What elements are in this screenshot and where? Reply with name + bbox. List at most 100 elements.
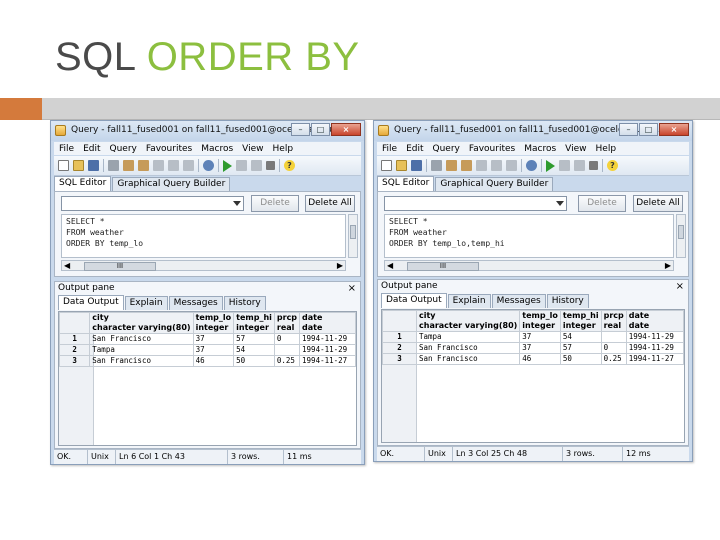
column-header-temp-hi[interactable]: temp_hi integer (233, 312, 275, 334)
copy-icon[interactable] (446, 160, 457, 171)
menu-view[interactable]: View (242, 144, 263, 154)
delete-button[interactable]: Delete (578, 195, 626, 212)
delete-all-button[interactable]: Delete All (305, 195, 355, 212)
cell-temp-lo[interactable]: 37 (192, 344, 235, 356)
menu-help[interactable]: Help (273, 144, 294, 154)
tab-graphical-query-builder[interactable]: Graphical Query Builder (435, 177, 554, 191)
cell-prcp[interactable]: 0 (600, 342, 627, 354)
row-number[interactable]: 3 (382, 353, 417, 365)
cell-prcp[interactable] (600, 331, 627, 343)
menu-file[interactable]: File (59, 144, 74, 154)
sql-text-area[interactable]: SELECT * FROM weather ORDER BY temp_lo (61, 214, 346, 258)
minimize-button[interactable]: – (619, 123, 638, 136)
undo-icon[interactable] (168, 160, 179, 171)
cell-prcp[interactable]: 0.25 (600, 353, 627, 365)
row-number[interactable]: 1 (382, 331, 417, 343)
menu-macros[interactable]: Macros (201, 144, 233, 154)
cell-date[interactable]: 1994-11-29 (299, 333, 356, 345)
cell-city[interactable]: San Francisco (89, 355, 194, 367)
row-number[interactable]: 2 (382, 342, 417, 354)
cell-temp-hi[interactable]: 50 (233, 355, 275, 367)
scroll-left-icon[interactable]: ◀ (387, 261, 393, 270)
data-grid[interactable]: city character varying(80) temp_lo integer… (58, 311, 357, 446)
cell-temp-lo[interactable]: 37 (519, 331, 561, 343)
undo-icon[interactable] (491, 160, 502, 171)
cell-city[interactable]: San Francisco (415, 342, 521, 354)
delete-all-button[interactable]: Delete All (633, 195, 683, 212)
redo-icon[interactable] (183, 160, 194, 171)
tab-messages[interactable]: Messages (491, 294, 546, 308)
column-header-temp-hi[interactable]: temp_hi integer (559, 310, 602, 332)
cell-prcp[interactable]: 0 (273, 333, 301, 345)
query-window-1[interactable]: Query - fall11_fused001 on fall11_fused0… (50, 120, 365, 465)
minimize-button[interactable]: – (291, 123, 310, 136)
cell-city[interactable]: Tampa (89, 344, 194, 356)
editor-vertical-scrollbar[interactable] (676, 214, 686, 258)
column-header-city[interactable]: city character varying(80) (415, 310, 521, 332)
cut-icon[interactable] (108, 160, 119, 171)
menu-query[interactable]: Query (110, 144, 137, 154)
cell-prcp[interactable] (273, 344, 301, 356)
cell-date[interactable]: 1994-11-27 (299, 355, 356, 367)
sql-text-area[interactable]: SELECT * FROM weather ORDER BY temp_lo,t… (384, 214, 674, 258)
column-header-temp-lo[interactable]: temp_lo integer (192, 312, 235, 334)
save-icon[interactable] (88, 160, 99, 171)
close-output-pane-icon[interactable]: × (348, 282, 356, 295)
cell-temp-lo[interactable]: 37 (519, 342, 561, 354)
menu-macros[interactable]: Macros (524, 144, 556, 154)
tab-explain[interactable]: Explain (447, 294, 491, 308)
scroll-thumb[interactable] (678, 225, 684, 239)
help-icon[interactable]: ? (284, 160, 295, 171)
tab-sql-editor[interactable]: SQL Editor (377, 176, 435, 191)
tab-sql-editor[interactable]: SQL Editor (54, 176, 112, 191)
cell-temp-lo[interactable]: 46 (519, 353, 561, 365)
maximize-button[interactable]: □ (639, 123, 658, 136)
data-grid[interactable]: city character varying(80) temp_lo integer… (381, 309, 685, 443)
menu-favourites[interactable]: Favourites (146, 144, 192, 154)
window-titlebar[interactable]: Query - fall11_fused001 on fall11_fused0… (51, 121, 364, 141)
cell-temp-lo[interactable]: 46 (192, 355, 235, 367)
menu-edit[interactable]: Edit (406, 144, 423, 154)
cancel-query-icon[interactable] (589, 161, 598, 170)
explain-icon[interactable] (251, 160, 262, 171)
query-window-2[interactable]: Query - fall11_fused001 on fall11_fused0… (373, 120, 693, 462)
scroll-left-icon[interactable]: ◀ (64, 261, 70, 270)
table-row[interactable]: 1 San Francisco 37 57 0 1994-11-29 (58, 333, 356, 345)
menu-help[interactable]: Help (596, 144, 617, 154)
cell-city[interactable]: San Francisco (89, 333, 194, 345)
column-header-temp-lo[interactable]: temp_lo integer (519, 310, 561, 332)
cell-date[interactable]: 1994-11-27 (625, 353, 684, 365)
cut-icon[interactable] (431, 160, 442, 171)
help-icon[interactable]: ? (607, 160, 618, 171)
column-header-date[interactable]: date date (625, 310, 684, 332)
column-header-prcp[interactable]: prcp real (600, 310, 627, 332)
new-document-icon[interactable] (58, 160, 69, 171)
cell-temp-hi[interactable]: 50 (559, 353, 602, 365)
query-history-select[interactable] (61, 196, 244, 211)
table-row[interactable]: 2 San Francisco 37 57 0 1994-11-29 (382, 342, 684, 354)
tab-graphical-query-builder[interactable]: Graphical Query Builder (112, 177, 231, 191)
maximize-button[interactable]: □ (311, 123, 330, 136)
menu-favourites[interactable]: Favourites (469, 144, 515, 154)
scroll-thumb[interactable]: III (84, 262, 156, 271)
execute-icon[interactable] (546, 159, 555, 172)
tab-history[interactable]: History (546, 294, 589, 308)
cell-temp-hi[interactable]: 57 (559, 342, 602, 354)
delete-button[interactable]: Delete (251, 195, 299, 212)
window-titlebar[interactable]: Query - fall11_fused001 on fall11_fused0… (374, 121, 692, 141)
tab-messages[interactable]: Messages (168, 296, 223, 310)
cell-city[interactable]: San Francisco (415, 353, 521, 365)
paste-icon[interactable] (138, 160, 149, 171)
cell-city[interactable]: Tampa (415, 331, 521, 343)
scroll-thumb[interactable]: III (407, 262, 479, 271)
menu-view[interactable]: View (565, 144, 586, 154)
close-button[interactable]: × (331, 123, 361, 136)
open-folder-icon[interactable] (73, 160, 84, 171)
close-output-pane-icon[interactable]: × (676, 280, 684, 293)
explain-icon[interactable] (574, 160, 585, 171)
editor-horizontal-scrollbar[interactable]: ◀ III ▶ (384, 260, 674, 271)
cell-date[interactable]: 1994-11-29 (299, 344, 356, 356)
new-document-icon[interactable] (381, 160, 392, 171)
row-number[interactable]: 3 (58, 355, 91, 367)
execute-to-file-icon[interactable] (559, 160, 570, 171)
